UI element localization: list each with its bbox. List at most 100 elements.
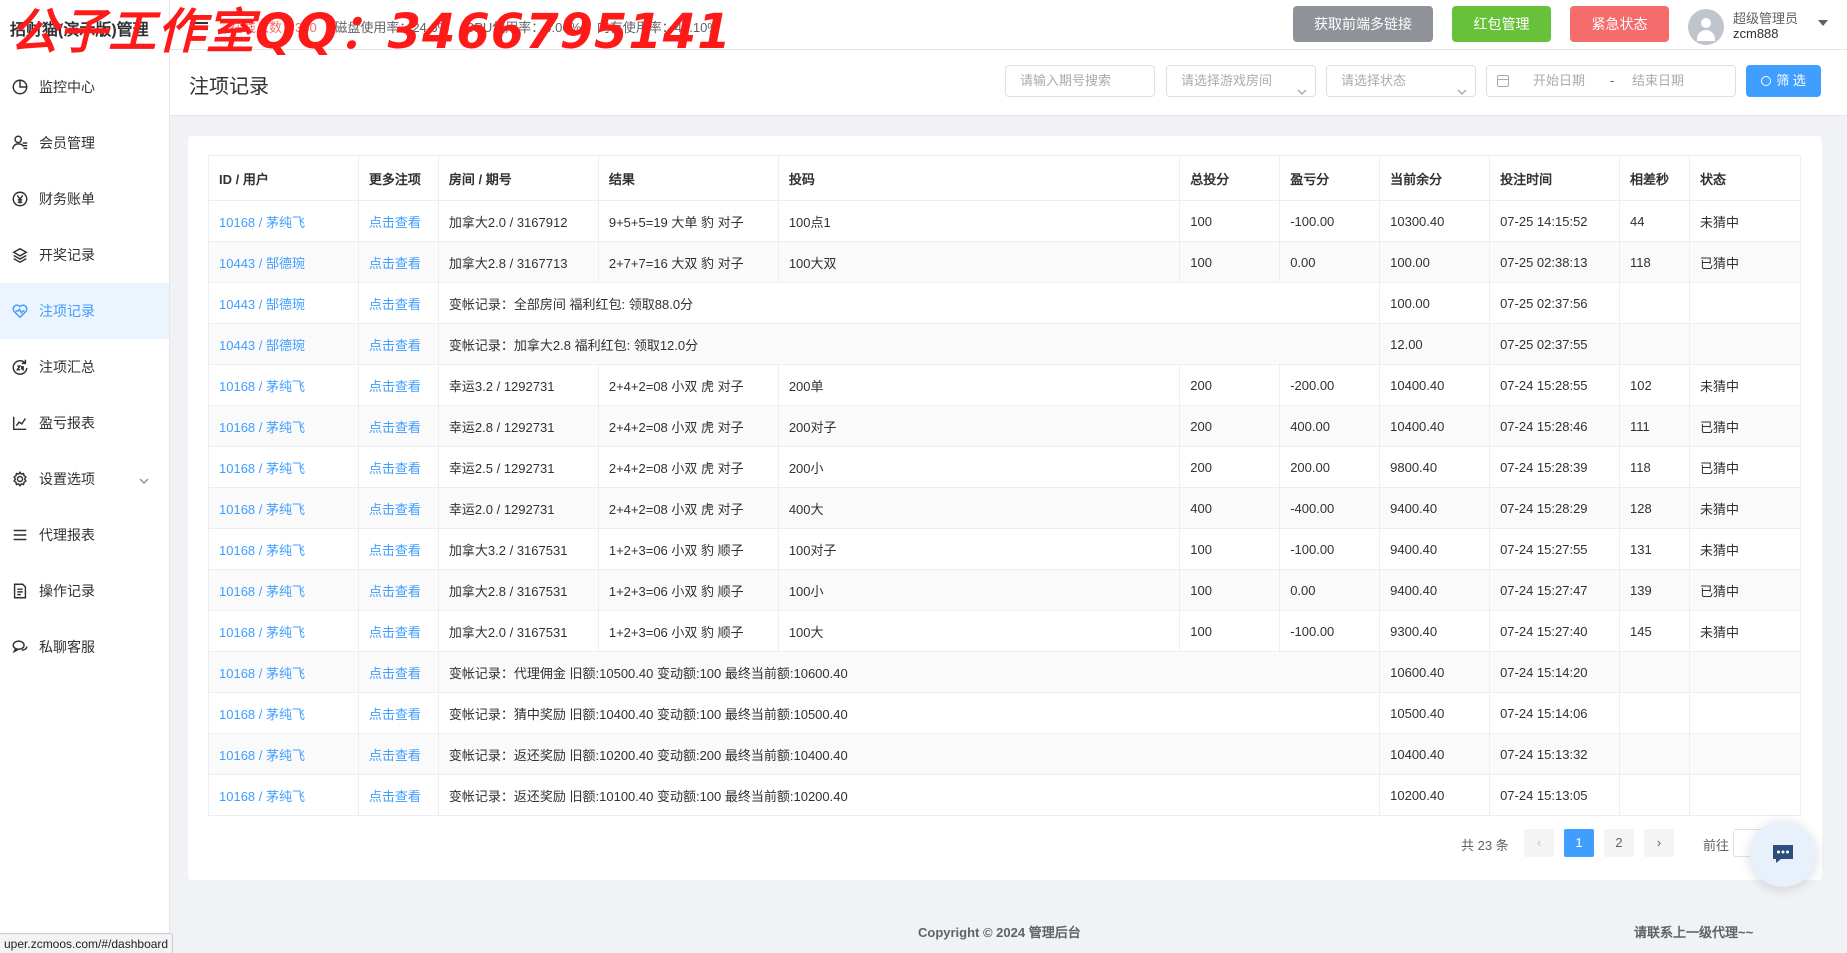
sidebar-item-monitor[interactable]: 监控中心	[0, 59, 169, 115]
start-date-input[interactable]: 开始日期	[1533, 66, 1585, 96]
calendar-icon	[1497, 75, 1509, 87]
user-menu[interactable]: 超级管理员 zcm888	[1688, 4, 1838, 46]
red-packet-button[interactable]: 红包管理	[1452, 6, 1551, 42]
diff-seconds-cell: 145	[1619, 610, 1690, 652]
transfer-memo: 变帐记录：返还奖励 旧额:10100.40 变动额:100 最终当前额:1020…	[437, 774, 1381, 816]
filter-button[interactable]: 筛 选	[1746, 65, 1821, 97]
page-2-button[interactable]: 2	[1604, 829, 1634, 857]
date-range-picker[interactable]: 开始日期 - 结束日期	[1486, 65, 1736, 97]
table-row: 10168 / 茅纯飞 点击查看 变帐记录：猜中奖励 旧额:10400.40 变动额…	[208, 692, 1802, 734]
get-links-button[interactable]: 获取前端多链接	[1293, 6, 1433, 42]
user-link[interactable]: 10168 / 茅纯飞	[208, 610, 359, 652]
view-more-link[interactable]: 点击查看	[357, 692, 439, 734]
watermark-text: 公子工作室QQ：3466795141	[10, 4, 732, 60]
sidebar-item-bet-summary[interactable]: 注项汇总	[0, 339, 169, 395]
user-link[interactable]: 10168 / 茅纯飞	[208, 569, 359, 611]
profit-loss-cell: 200.00	[1279, 446, 1381, 488]
user-link[interactable]: 10168 / 茅纯飞	[208, 692, 359, 734]
view-more-link[interactable]: 点击查看	[357, 200, 439, 242]
balance-cell: 100.00	[1379, 241, 1491, 283]
view-more-link[interactable]: 点击查看	[357, 610, 439, 652]
room-cell: 幸运2.5 / 1292731	[437, 446, 599, 488]
view-more-link[interactable]: 点击查看	[357, 569, 439, 611]
user-link[interactable]: 10168 / 茅纯飞	[208, 446, 359, 488]
sidebar-item-draw-records[interactable]: 开奖记录	[0, 227, 169, 283]
diff-cell	[1619, 323, 1690, 365]
prev-page-button[interactable]: ‹	[1524, 829, 1554, 857]
user-link[interactable]: 10168 / 茅纯飞	[208, 200, 359, 242]
user-link[interactable]: 10168 / 茅纯飞	[208, 364, 359, 406]
status-cell: 已猜中	[1688, 241, 1802, 283]
view-more-link[interactable]: 点击查看	[357, 405, 439, 447]
view-more-link[interactable]: 点击查看	[357, 487, 439, 529]
table-row: 10443 / 郜德琬 点击查看 变帐记录：全部房间 福利红包: 领取88.0分 10…	[208, 282, 1802, 324]
view-more-link[interactable]: 点击查看	[357, 446, 439, 488]
bet-code-cell: 400大	[777, 487, 1181, 529]
browser-status-url: uper.zcmoos.com/#/dashboard	[0, 933, 174, 953]
diff-cell	[1619, 733, 1690, 775]
diff-seconds-cell: 111	[1619, 405, 1690, 447]
table-row: 10168 / 茅纯飞 点击查看 幸运3.2 / 1292731 2+4+2=08 小…	[208, 364, 1802, 406]
end-date-input[interactable]: 结束日期	[1632, 66, 1684, 96]
view-more-link[interactable]: 点击查看	[357, 733, 439, 775]
sidebar-item-private-chat[interactable]: 私聊客服	[0, 619, 169, 675]
footer-contact: 请联系上一级代理~~	[1634, 925, 1754, 940]
view-more-link[interactable]: 点击查看	[357, 651, 439, 693]
user-link[interactable]: 10443 / 郜德琬	[208, 282, 359, 324]
view-more-link[interactable]: 点击查看	[357, 323, 439, 365]
diff-seconds-cell: 128	[1619, 487, 1690, 529]
sidebar-item-finance[interactable]: 财务账单	[0, 171, 169, 227]
total-bet-cell: 100	[1179, 610, 1281, 652]
user-link[interactable]: 10168 / 茅纯飞	[208, 733, 359, 775]
user-name: zcm888	[1733, 26, 1779, 41]
sidebar-item-members[interactable]: 会员管理	[0, 115, 169, 171]
user-link[interactable]: 10168 / 茅纯飞	[208, 528, 359, 570]
view-more-link[interactable]: 点击查看	[357, 364, 439, 406]
sidebar-item-label: 注项记录	[39, 303, 95, 319]
sidebar-item-settings[interactable]: 设置选项	[0, 451, 169, 507]
room-cell: 幸运2.8 / 1292731	[437, 405, 599, 447]
room-select[interactable]: 请选择游戏房间	[1166, 65, 1316, 97]
result-cell: 2+7+7=16 大双 豹 对子	[597, 241, 779, 283]
status-select[interactable]: 请选择状态	[1326, 65, 1476, 97]
room-cell: 幸运3.2 / 1292731	[437, 364, 599, 406]
summary-24-icon	[10, 357, 30, 377]
user-link[interactable]: 10168 / 茅纯飞	[208, 405, 359, 447]
user-link[interactable]: 10443 / 郜德琬	[208, 323, 359, 365]
profit-loss-cell: 400.00	[1279, 405, 1381, 447]
view-more-link[interactable]: 点击查看	[357, 241, 439, 283]
view-more-link[interactable]: 点击查看	[357, 528, 439, 570]
sidebar-item-bet-records[interactable]: 注项记录	[0, 283, 169, 339]
profit-loss-cell: -200.00	[1279, 364, 1381, 406]
issue-search-input[interactable]	[1020, 66, 1154, 95]
avatar	[1688, 9, 1724, 45]
next-page-button[interactable]: ›	[1644, 829, 1674, 857]
view-more-link[interactable]: 点击查看	[357, 282, 439, 324]
diff-seconds-cell: 131	[1619, 528, 1690, 570]
user-link[interactable]: 10168 / 茅纯飞	[208, 651, 359, 693]
bet-time-cell: 07-24 15:14:20	[1489, 651, 1621, 693]
sidebar-item-label: 会员管理	[39, 135, 95, 151]
pagination: 共 23 条 ‹ 1 2 › 前往	[188, 829, 1822, 857]
sidebar-item-label: 设置选项	[39, 471, 95, 487]
user-link[interactable]: 10168 / 茅纯飞	[208, 774, 359, 816]
sidebar-item-profit-report[interactable]: 盈亏报表	[0, 395, 169, 451]
total-bet-cell: 400	[1179, 487, 1281, 529]
page-1-button[interactable]: 1	[1564, 829, 1594, 857]
balance-cell: 9400.40	[1379, 569, 1491, 611]
bet-time-cell: 07-25 14:15:52	[1489, 200, 1621, 242]
result-cell: 2+4+2=08 小双 虎 对子	[597, 405, 779, 447]
balance-cell: 10400.40	[1379, 733, 1491, 775]
sidebar-item-agent-report[interactable]: 代理报表	[0, 507, 169, 563]
sidebar-item-operation-log[interactable]: 操作记录	[0, 563, 169, 619]
emergency-button[interactable]: 紧急状态	[1570, 6, 1669, 42]
balance-cell: 10500.40	[1379, 692, 1491, 734]
heart-icon	[10, 301, 30, 321]
user-link[interactable]: 10443 / 郜德琬	[208, 241, 359, 283]
status-cell: 未猜中	[1688, 364, 1802, 406]
bet-code-cell: 200对子	[777, 405, 1181, 447]
chat-float-button[interactable]	[1750, 821, 1816, 887]
user-link[interactable]: 10168 / 茅纯飞	[208, 487, 359, 529]
table-row: 10168 / 茅纯飞 点击查看 变帐记录：代理佣金 旧额:10500.40 变动额…	[208, 651, 1802, 693]
view-more-link[interactable]: 点击查看	[357, 774, 439, 816]
